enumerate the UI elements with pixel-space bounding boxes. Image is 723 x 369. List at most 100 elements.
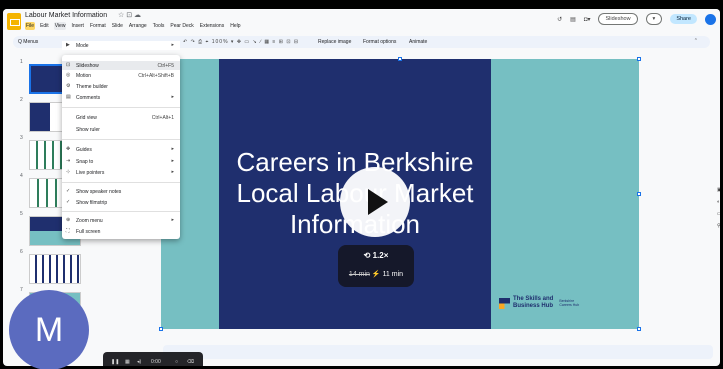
animate-button[interactable]: Animate <box>409 39 427 45</box>
menu-item-shortcut: Ctrl+F5 <box>157 63 174 69</box>
menu-insert[interactable]: Insert <box>70 22 85 30</box>
logo-small-line-2: Careers Hub <box>559 303 580 307</box>
video-control-bar[interactable]: ❚❚ ▦ ◂) 0:00 ○ ⌫ <box>103 352 203 366</box>
record-icon[interactable]: ○ <box>175 359 178 365</box>
zoom-icon: ⊕ <box>66 217 71 223</box>
menu-pear-deck[interactable]: Pear Deck <box>169 22 194 30</box>
hub-logo-icon <box>499 297 510 309</box>
menu-item-label: Slideshow <box>76 63 99 69</box>
menu-item-show-filmstrip[interactable]: ✓ Show filmstrip <box>62 198 180 207</box>
document-title[interactable]: Labour Market Information <box>25 12 107 19</box>
menu-item-label: Guides <box>76 147 92 153</box>
slide-thumbnail-6[interactable] <box>29 254 81 284</box>
share-button[interactable]: Share <box>670 14 697 24</box>
slideshow-dropdown-button[interactable]: ▾ <box>645 13 663 25</box>
pointer-icon: ⊹ <box>66 169 71 175</box>
menu-item-label: Show ruler <box>76 127 100 133</box>
check-icon: ✓ <box>66 199 71 205</box>
menu-item-label: Theme builder <box>76 84 108 90</box>
thumb-number: 4 <box>20 173 23 179</box>
menu-slide[interactable]: Slide <box>111 22 124 30</box>
menu-item-motion[interactable]: ◎ Motion Ctrl+Alt+Shift+B <box>62 71 180 80</box>
menu-format[interactable]: Format <box>89 22 107 30</box>
selection-handle[interactable] <box>159 327 163 331</box>
history-icon[interactable]: ↺ <box>557 16 562 23</box>
thumb-number: 1 <box>20 59 23 65</box>
menu-item-label: Comments <box>76 95 101 101</box>
menu-item-label: Live pointers <box>76 170 105 176</box>
menu-file[interactable]: File <box>25 22 36 30</box>
menu-divider <box>62 182 180 183</box>
fullscreen-icon: ⛶ <box>66 228 70 234</box>
theme-icon: ⚙ <box>66 83 71 89</box>
tasks-icon[interactable]: ▭ <box>717 208 720 220</box>
menu-view[interactable]: View <box>53 22 67 30</box>
selection-handle[interactable] <box>637 57 641 61</box>
guides-icon: ✥ <box>66 146 71 152</box>
menu-item-label: Grid view <box>76 115 97 121</box>
menu-help[interactable]: Help <box>229 22 241 30</box>
delete-icon[interactable]: ⌫ <box>187 359 194 365</box>
thumb-number: 5 <box>20 211 23 217</box>
menu-item-show-ruler[interactable]: Show ruler <box>62 125 180 134</box>
search-menus-button[interactable]: Q Menus <box>18 39 38 45</box>
replace-image-button[interactable]: Replace image <box>318 39 351 45</box>
menu-item-label: Mode <box>76 43 89 49</box>
snap-icon: ⇥ <box>66 158 71 164</box>
selection-handle[interactable] <box>637 192 641 196</box>
menu-item-label: Full screen <box>76 229 101 235</box>
app-window: Labour Market Information ☆ ⊡ ☁ File Edi… <box>3 9 720 366</box>
maps-icon[interactable]: ⚲ <box>717 220 720 232</box>
menu-item-zoom-menu[interactable]: ⊕ Zoom menu ▸ <box>62 216 180 225</box>
speaker-notes-bar[interactable] <box>163 345 713 359</box>
menu-item-shortcut: Ctrl+Alt+Shift+B <box>138 73 174 79</box>
menu-item-label: Zoom menu <box>76 218 103 224</box>
collapse-toolbar-icon[interactable]: ⌃ <box>694 38 698 44</box>
slides-logo-icon[interactable] <box>7 13 21 30</box>
menu-arrange[interactable]: Arrange <box>128 22 148 30</box>
logo-text-line-2: Business Hub <box>513 303 554 309</box>
submenu-arrow-icon: ▸ <box>171 94 174 100</box>
header-actions: ↺ ▤ ◘▾ Slideshow ▾ Share <box>557 13 716 25</box>
menu-item-slideshow[interactable]: ⊡ Slideshow Ctrl+F5 <box>62 61 180 70</box>
camera-icon[interactable]: ◘▾ <box>584 16 591 23</box>
playback-speed-badge[interactable]: ⟲ 1.2× 14 min ⚡ 11 min <box>338 245 414 287</box>
toolbar-tool-icons[interactable]: ↶ ↷ ⎙ ⌖ 100% ▾ ✥ ▭ ↘ ∕ ▦ ≡ ⊞ ⊡ ⊟ <box>183 39 299 45</box>
play-icon[interactable] <box>340 167 410 237</box>
grid-icon[interactable]: ▦ <box>125 359 130 365</box>
menu-item-show-speaker-notes[interactable]: ✓ Show speaker notes <box>62 187 180 196</box>
player-time: 0:00 <box>151 359 161 365</box>
view-menu: ▶ Mode ▸ ⊡ Slideshow Ctrl+F5 ◎ Motion Ctrl+Alt… <box>62 41 180 239</box>
menu-tools[interactable]: Tools <box>152 22 166 30</box>
presenter-avatar: M <box>9 290 89 369</box>
selection-handle[interactable] <box>398 57 402 61</box>
submenu-arrow-icon: ▸ <box>171 158 174 164</box>
skills-hub-logo: The Skills and Business Hub Berkshire Ca… <box>499 296 579 310</box>
menu-item-label: Snap to <box>76 159 94 165</box>
menu-item-mode[interactable]: ▶ Mode ▸ <box>62 41 180 50</box>
menu-item-full-screen[interactable]: ⛶ Full screen <box>62 227 180 236</box>
format-options-button[interactable]: Format options <box>363 39 396 45</box>
app-header: Labour Market Information ☆ ⊡ ☁ File Edi… <box>3 9 720 35</box>
menu-item-snap-to[interactable]: ⇥ Snap to ▸ <box>62 157 180 166</box>
title-action-icons[interactable]: ☆ ⊡ ☁ <box>118 11 141 19</box>
menu-extensions[interactable]: Extensions <box>199 22 225 30</box>
slideshow-icon: ⊡ <box>66 62 71 68</box>
menu-divider <box>62 139 180 140</box>
menu-item-live-pointers[interactable]: ⊹ Live pointers ▸ <box>62 168 180 177</box>
volume-icon[interactable]: ◂) <box>137 359 141 365</box>
menu-item-comments[interactable]: ▤ Comments ▸ <box>62 93 180 102</box>
account-avatar[interactable] <box>705 13 716 25</box>
menu-edit[interactable]: Edit <box>39 22 50 30</box>
keep-icon[interactable]: ◐ <box>717 196 720 208</box>
calendar-icon[interactable]: ▣ <box>717 184 720 196</box>
menu-item-guides[interactable]: ✥ Guides ▸ <box>62 145 180 154</box>
menu-item-theme-builder[interactable]: ⚙ Theme builder <box>62 82 180 91</box>
thumb-number: 3 <box>20 135 23 141</box>
pause-icon[interactable]: ❚❚ <box>111 359 119 365</box>
comment-icon[interactable]: ▤ <box>570 16 576 23</box>
selection-handle[interactable] <box>637 327 641 331</box>
slideshow-button[interactable]: Slideshow <box>598 13 638 25</box>
submenu-arrow-icon: ▸ <box>171 42 174 48</box>
menu-item-grid-view[interactable]: Grid view Ctrl+Alt+1 <box>62 113 180 122</box>
